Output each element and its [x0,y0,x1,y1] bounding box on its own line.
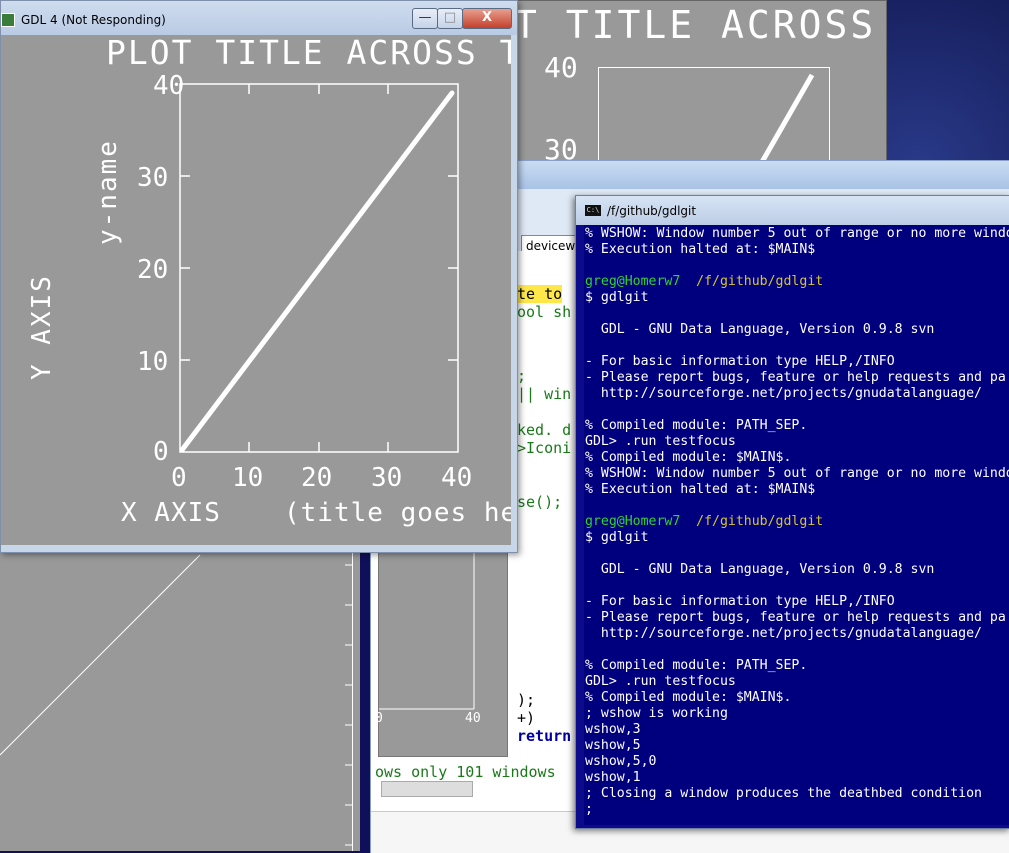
maximize-button[interactable]: □ [437,8,463,29]
terminal-line: GDL> .run testfocus [585,434,736,449]
terminal-titlebar[interactable]: C:\ /f/github/gdlgit [576,196,1009,225]
terminal-line: % Execution halted at: $MAIN$ [585,242,816,257]
terminal-line: $ gdlgit [585,290,649,305]
terminal-line: - Please report bugs, feature or help re… [585,370,1006,385]
x-tick-label: 40 [441,463,473,493]
code-line: te to [517,285,563,303]
terminal-line: GDL> .run testfocus [585,674,736,689]
terminal-line: % Compiled module: $MAIN$. [585,450,792,465]
terminal-line: % WSHOW: Window number 5 out of range or… [585,226,1009,241]
terminal-line: ; [585,802,593,817]
y-tick-label: 30 [137,163,169,193]
y-axis-name: y-name [93,139,123,245]
code-line: ool sh [517,303,572,321]
terminal-line: GDL - GNU Data Language, Version 0.9.8 s… [585,562,935,577]
close-button[interactable]: X [462,8,512,29]
x-tick-label: 10 [232,463,264,493]
minimize-button[interactable]: — [412,8,438,29]
terminal-line: GDL - GNU Data Language, Version 0.9.8 s… [585,322,935,337]
code-line: +) [517,709,536,727]
terminal-line: http://sourceforge.net/projects/gnudatal… [585,386,982,401]
terminal-output[interactable]: % WSHOW: Window number 5 out of range or… [584,225,1009,825]
window-titlebar[interactable]: GDL 4 (Not Responding) — □ X [1,1,517,35]
terminal-line: http://sourceforge.net/projects/gnudatal… [585,626,982,641]
terminal-icon: C:\ [585,205,601,216]
terminal-line: ; wshow is working [585,706,728,721]
terminal-line: greg@Homerw7 /f/github/gdlgit [585,274,824,289]
plot-window-gdl4[interactable]: GDL 4 (Not Responding) — □ X PLOT TITLE … [0,0,518,553]
terminal-line: wshow,5,0 [585,754,657,769]
y-axis-label: Y AXIS [27,274,57,380]
plot-frame [379,549,475,710]
terminal-title: /f/github/gdlgit [607,204,697,218]
app-icon [1,13,15,27]
code-line: ked. d [517,421,572,439]
plot-window-small[interactable]: 0 40 [375,548,508,757]
terminal-line: % Compiled module: PATH_SEP. [585,658,808,673]
plot-line [0,554,352,846]
terminal-window[interactable]: C:\ /f/github/gdlgit % WSHOW: Window num… [575,195,1009,829]
terminal-line: ; Closing a window produces the deathbed… [585,786,982,801]
terminal-line: wshow,1 [585,770,641,785]
terminal-line: % WSHOW: Window number 5 out of range or… [585,466,1009,481]
terminal-line: - For basic information type HELP,/INFO [585,354,895,369]
x-tick-label: 0 [171,463,187,493]
y-tick-label: 10 [137,347,169,377]
horizontal-scrollbar[interactable] [381,781,473,797]
terminal-line: % Compiled module: PATH_SEP. [585,418,808,433]
x-axis-note: (title goes here) [284,498,511,528]
x-tick-label: 40 [465,711,481,726]
plot-line [751,73,815,176]
x-axis-label: X AXIS [121,498,221,528]
x-tick-label: 0 [375,711,383,726]
terminal-line: % Compiled module: $MAIN$. [585,690,792,705]
code-line: ; [517,367,527,385]
code-line: ); [517,691,536,709]
terminal-line: wshow,5 [585,738,641,753]
plot-window-large[interactable] [0,545,360,851]
terminal-line: wshow,3 [585,722,641,737]
terminal-line: greg@Homerw7 /f/github/gdlgit [585,514,824,529]
terminal-line: - Please report bugs, feature or help re… [585,610,1006,625]
x-tick-label: 30 [371,463,403,493]
code-line: || win [517,385,572,403]
y-tick-label: 20 [137,255,169,285]
window-title: GDL 4 (Not Responding) [21,13,166,27]
terminal-line: - For basic information type HELP,/INFO [585,594,895,609]
code-line: >Iconi [517,439,572,457]
terminal-line: % Execution halted at: $MAIN$ [585,482,816,497]
code-line: se(); [517,493,563,511]
y-tick-label: 0 [153,437,169,467]
plot-window-back[interactable]: T TITLE ACROSS 40 30 [513,0,887,268]
x-tick-label: 20 [301,463,333,493]
code-line: return [517,727,572,745]
y-tick-label: 40 [153,71,185,101]
code-line: ows only 101 windows [375,763,556,781]
terminal-line: $ gdlgit [585,530,649,545]
plot-canvas[interactable]: PLOT TITLE ACROSS TO 40 30 20 10 0 0 10 … [1,35,511,545]
